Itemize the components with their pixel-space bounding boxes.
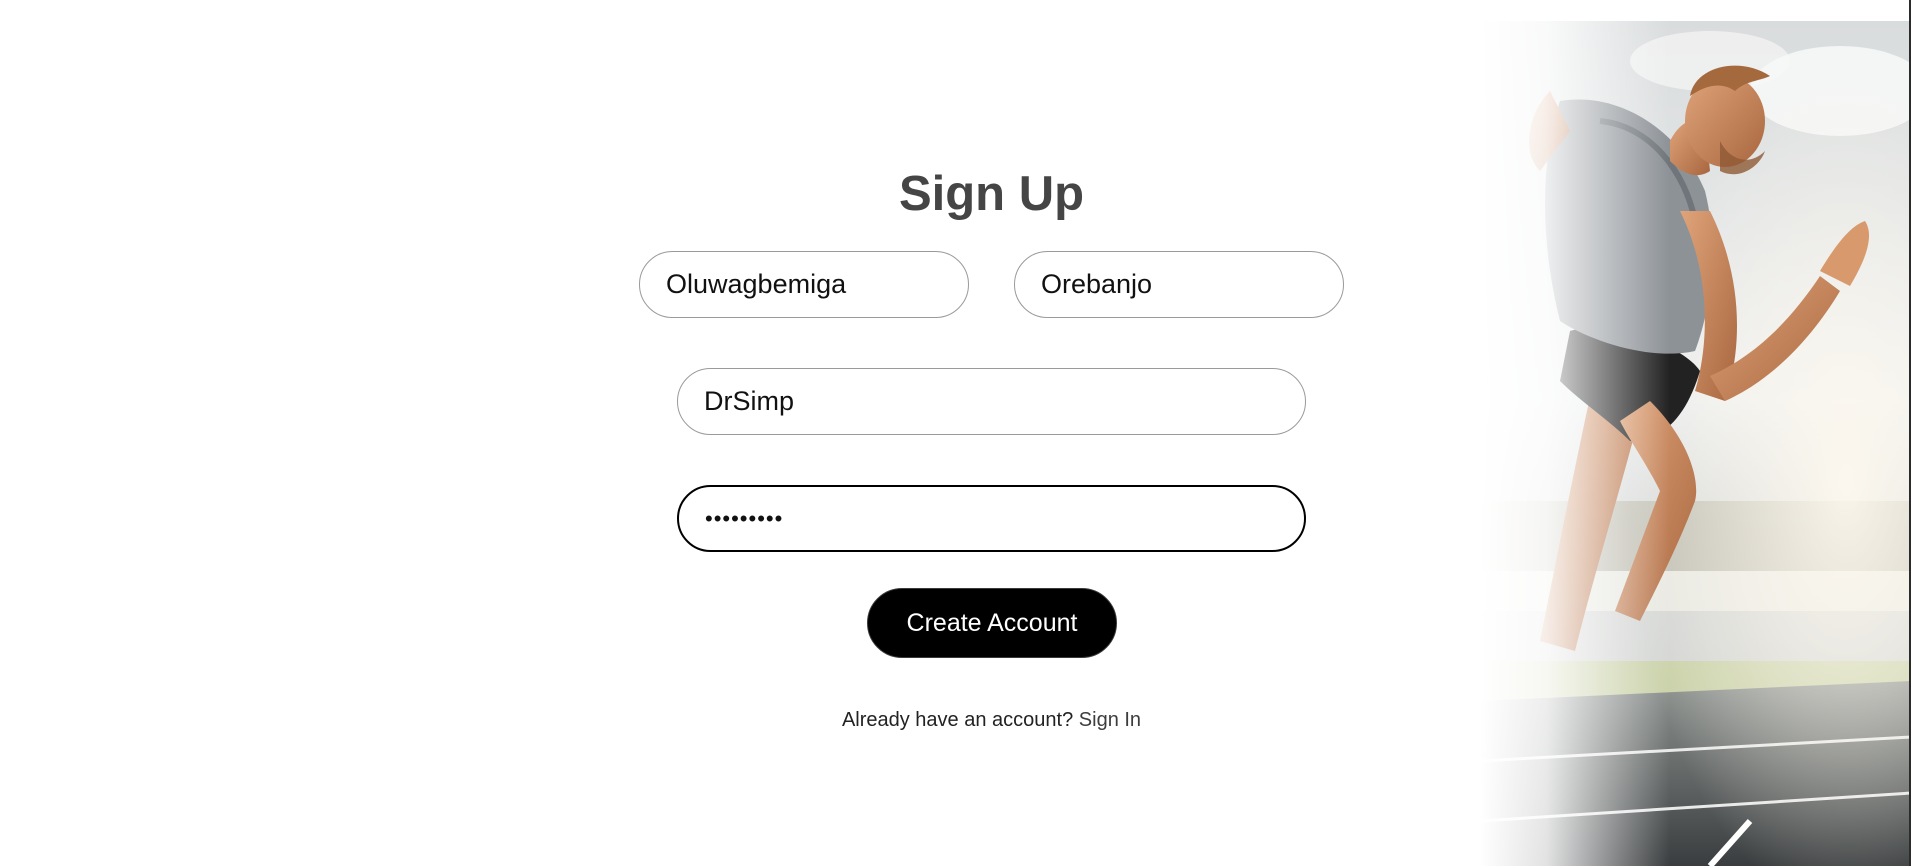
password-input[interactable]: [677, 485, 1306, 552]
create-account-label: Create Account: [906, 608, 1078, 637]
last-name-input[interactable]: [1014, 251, 1344, 318]
username-input[interactable]: [677, 368, 1306, 435]
signin-link[interactable]: Sign In: [1079, 709, 1141, 731]
hero-image: [1480, 21, 1911, 866]
create-account-button[interactable]: Create Account: [867, 588, 1117, 658]
first-name-input[interactable]: [639, 251, 969, 318]
signup-page: Sign Up Create Account Already have an a…: [0, 0, 1911, 866]
sprinter-image: [1480, 21, 1911, 866]
signin-prompt-text: Already have an account?: [841, 709, 1074, 731]
